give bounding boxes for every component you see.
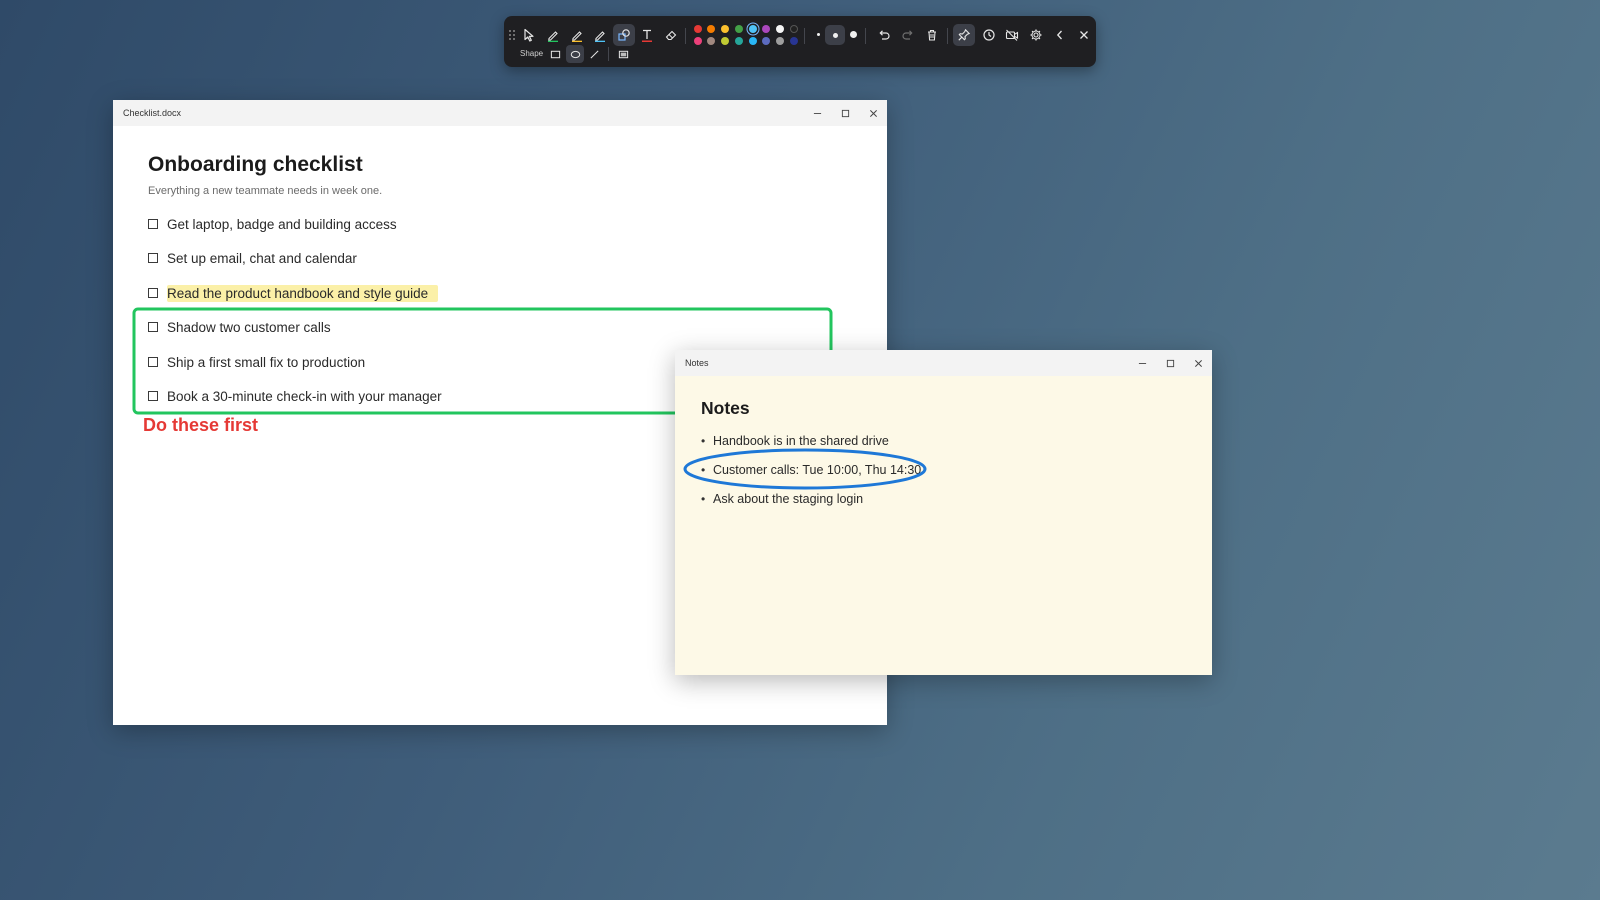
select-cursor-icon[interactable] (518, 24, 540, 46)
pen-green-icon[interactable] (542, 24, 564, 46)
shape-tool-icon[interactable] (613, 24, 635, 46)
checkbox[interactable] (148, 322, 158, 332)
color-swatch-navy[interactable] (790, 37, 798, 45)
undo-icon[interactable] (873, 24, 895, 46)
maximize-icon (841, 109, 849, 117)
rectangle-shape-icon[interactable] (546, 45, 564, 63)
color-swatch-pink[interactable] (694, 37, 702, 45)
collapse-chevron-left-icon[interactable] (1049, 24, 1071, 46)
checklist-item-label: Get laptop, badge and building access (167, 216, 397, 232)
checkbox[interactable] (148, 288, 158, 298)
checkbox[interactable] (148, 357, 158, 367)
notes-window: Notes Notes • Handbook is in the shared … (675, 350, 1212, 675)
note-text: Ask about the staging login (713, 492, 864, 506)
redo-icon[interactable] (897, 24, 919, 46)
color-swatch-sky[interactable] (749, 37, 757, 45)
toolbar-divider (804, 28, 805, 44)
filled-rectangle-shape-icon[interactable] (614, 45, 632, 63)
checklist-item[interactable]: Shadow two customer calls (148, 317, 331, 337)
checklist-item[interactable]: Read the product handbook and style guid… (148, 283, 439, 303)
checklist-item[interactable]: Book a 30-minute check-in with your mana… (148, 386, 442, 406)
checkbox[interactable] (148, 253, 158, 263)
color-swatch-light-blue-selected[interactable] (749, 25, 757, 33)
close-button[interactable] (859, 100, 887, 126)
delete-trash-icon[interactable] (921, 24, 943, 46)
minimize-button[interactable] (803, 100, 831, 126)
highlighter-yellow-icon[interactable] (566, 24, 588, 46)
minimize-icon (813, 112, 821, 114)
line-shape-icon[interactable] (585, 45, 603, 63)
settings-gear-icon[interactable] (1025, 24, 1047, 46)
checklist-item[interactable]: Get laptop, badge and building access (148, 214, 397, 234)
checklist-titlebar[interactable]: Checklist.docx (113, 100, 887, 126)
eraser-icon[interactable] (660, 24, 682, 46)
color-swatch-orange[interactable] (707, 25, 715, 33)
close-button[interactable] (1184, 350, 1212, 376)
color-swatch-indigo[interactable] (762, 37, 770, 45)
pen-blue-icon[interactable] (589, 24, 611, 46)
color-swatch-red[interactable] (694, 25, 702, 33)
window-title: Notes (685, 358, 709, 368)
close-icon (869, 109, 877, 117)
color-swatch-black[interactable] (790, 25, 798, 33)
color-swatch-yellow[interactable] (721, 25, 729, 33)
document-subtitle: Everything a new teammate needs in week … (148, 185, 383, 197)
color-swatch-white[interactable] (776, 25, 784, 33)
color-swatch-teal[interactable] (735, 37, 743, 45)
checkbox[interactable] (148, 219, 158, 229)
color-swatch-lime[interactable] (721, 37, 729, 45)
notes-heading: Notes (701, 398, 750, 418)
close-icon (1194, 359, 1202, 367)
maximize-icon (1166, 359, 1174, 367)
toolbar-divider (685, 28, 686, 44)
minimize-button[interactable] (1128, 350, 1156, 376)
notes-titlebar[interactable]: Notes (675, 350, 1212, 376)
shape-options-row: Shape (504, 45, 1096, 63)
checklist-item[interactable]: Set up email, chat and calendar (148, 248, 357, 268)
window-title: Checklist.docx (123, 108, 182, 118)
ellipse-shape-icon[interactable] (566, 45, 584, 63)
note-text: Handbook is in the shared drive (713, 434, 889, 448)
timer-clock-icon[interactable] (978, 24, 1000, 46)
note-text: Customer calls: Tue 10:00, Thu 14:30 (713, 463, 922, 477)
document-heading: Onboarding checklist (148, 153, 363, 176)
checklist-item-label: Ship a first small fix to production (167, 354, 366, 370)
color-swatch-green[interactable] (735, 25, 743, 33)
note-item: • Handbook is in the shared drive (701, 432, 889, 450)
bullet: • (701, 492, 706, 506)
stroke-size-large[interactable] (850, 31, 857, 38)
checklist-item-label: Book a 30-minute check-in with your mana… (167, 388, 442, 404)
checklist-item[interactable]: Ship a first small fix to production (148, 352, 365, 372)
callout-text-annotation: Do these first (143, 415, 259, 435)
stroke-size-medium-button[interactable] (825, 25, 845, 45)
stroke-size-small[interactable] (817, 33, 820, 36)
camera-off-icon[interactable] (1001, 24, 1023, 46)
toolbar-divider (865, 28, 866, 44)
color-swatch-gray[interactable] (776, 37, 784, 45)
shape-label: Shape (520, 49, 544, 58)
color-swatch-brown[interactable] (707, 37, 715, 45)
minimize-icon (1138, 362, 1146, 364)
annotation-toolbar: Shape (504, 16, 1096, 67)
stroke-size-medium (832, 32, 838, 38)
text-tool-icon[interactable] (636, 24, 658, 46)
highlighted-checklist-item-label: Read the product handbook and style guid… (167, 284, 439, 302)
note-item: • Customer calls: Tue 10:00, Thu 14:30 (701, 461, 921, 479)
maximize-button[interactable] (831, 100, 859, 126)
pin-icon[interactable] (953, 24, 975, 46)
bullet: • (701, 463, 706, 477)
toolbar-divider (947, 28, 948, 44)
checkbox[interactable] (148, 391, 158, 401)
toolbar-divider (608, 47, 609, 61)
drag-handle-icon[interactable] (506, 24, 518, 46)
color-swatch-purple[interactable] (762, 25, 770, 33)
checklist-item-label: Set up email, chat and calendar (167, 250, 357, 266)
bullet: • (701, 434, 706, 448)
maximize-button[interactable] (1156, 350, 1184, 376)
toolbar-close-icon[interactable] (1073, 24, 1095, 46)
note-item: • Ask about the staging login (701, 490, 863, 508)
checklist-item-label: Shadow two customer calls (167, 319, 331, 335)
